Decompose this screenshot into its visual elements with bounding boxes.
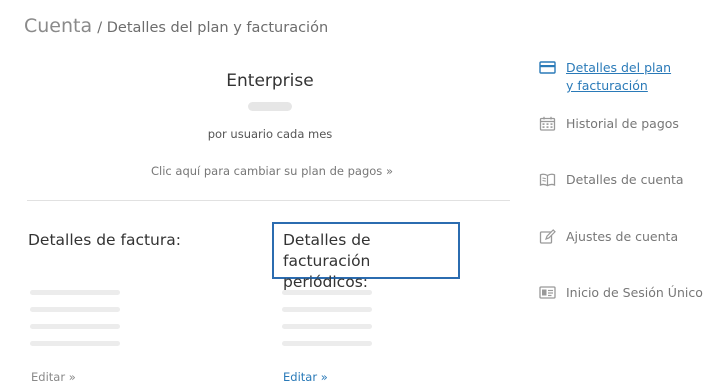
sidebar-item-single-sign-on[interactable]: Inicio de Sesión Único (539, 284, 703, 302)
invoice-skeleton-line (30, 290, 120, 295)
plan-period: por usuario cada mes (207, 127, 333, 141)
credit-card-icon (539, 61, 556, 74)
invoice-skeleton-line (30, 307, 120, 312)
recurring-billing-title: Detalles de facturación periódicos: (272, 222, 460, 291)
invoice-skeleton-line (30, 324, 120, 329)
invoice-skeleton-line (30, 341, 120, 346)
breadcrumb: Cuenta / Detalles del plan y facturación (24, 15, 328, 37)
edit-icon (539, 229, 556, 244)
sidebar-label-line1: Detalles del plan (566, 60, 672, 75)
sidebar-item-label: Ajustes de cuenta (566, 229, 679, 244)
recurring-skeleton-line (282, 341, 372, 346)
recurring-skeleton-line (282, 307, 372, 312)
sidebar-item-plan-billing[interactable]: Detalles del plan y facturación (539, 59, 671, 95)
recurring-skeleton-line (282, 324, 372, 329)
recurring-billing-title-line1: Detalles de facturación (283, 231, 371, 270)
id-card-icon (539, 286, 556, 299)
edit-invoice-link[interactable]: Editar » (31, 370, 76, 384)
sidebar-label-line2: y facturación (566, 78, 648, 93)
recurring-skeleton-line (282, 290, 372, 295)
breadcrumb-root[interactable]: Cuenta (24, 15, 92, 37)
invoice-details-title: Detalles de factura: (28, 231, 181, 249)
sidebar-item-label: Inicio de Sesión Único (566, 285, 703, 300)
plan-name: Enterprise (226, 71, 314, 91)
plan-price-placeholder (248, 102, 292, 111)
sidebar-item-label: Detalles del plan y facturación (566, 59, 671, 95)
book-icon (539, 173, 556, 187)
sidebar-item-label: Detalles de cuenta (566, 172, 684, 187)
sidebar-item-label: Historial de pagos (566, 116, 679, 131)
change-plan-link[interactable]: Clic aquí para cambiar su plan de pagos … (0, 164, 544, 178)
sidebar-item-account-settings[interactable]: Ajustes de cuenta (539, 228, 678, 246)
breadcrumb-current: / Detalles del plan y facturación (97, 20, 329, 36)
edit-recurring-link[interactable]: Editar » (283, 370, 328, 384)
sidebar-item-payment-history[interactable]: Historial de pagos (539, 115, 679, 133)
sidebar-item-account-details[interactable]: Detalles de cuenta (539, 171, 684, 189)
divider (27, 200, 510, 201)
calendar-icon (539, 116, 556, 131)
